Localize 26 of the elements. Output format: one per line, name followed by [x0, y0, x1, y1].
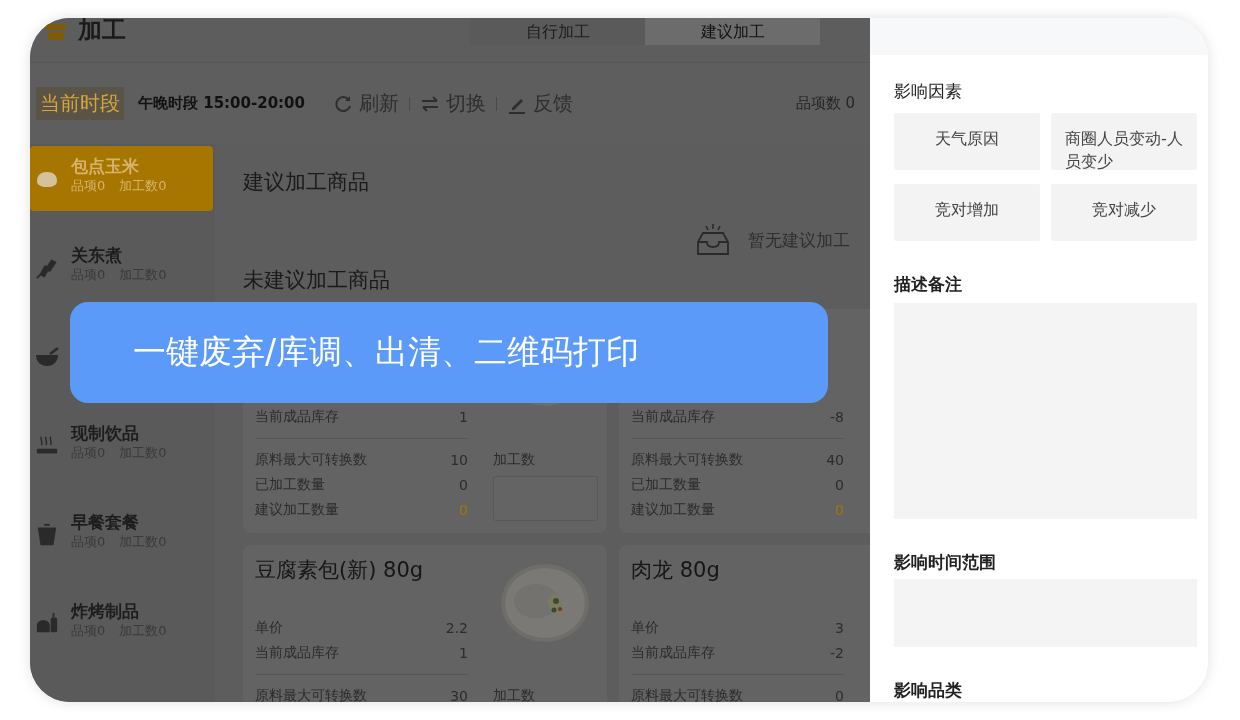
- period-text: 午晚时段 15:00-20:00: [138, 94, 305, 113]
- section-label: 影响品类: [894, 679, 963, 701]
- section-label: 影响时间范围: [894, 551, 997, 573]
- option-button[interactable]: 竞对减少: [1051, 184, 1197, 241]
- option-button[interactable]: 商圈人员变动-人员变少: [1051, 113, 1197, 170]
- bowl-icon: [34, 345, 60, 369]
- section-title: 建议加工商品: [243, 170, 370, 194]
- section-label: 影响因素: [894, 80, 963, 102]
- category-icon-button[interactable]: [34, 345, 60, 369]
- period-tag: 当前时段: [36, 87, 124, 120]
- product-name: 肉龙 80g: [631, 558, 720, 582]
- swap-icon: [419, 93, 440, 114]
- refresh-icon: [332, 93, 353, 114]
- product-name: 豆腐素包(新) 80g: [255, 558, 424, 582]
- feature-banner: 一键废弃/库调、出清、二维码打印: [70, 302, 828, 403]
- field-value: 0: [459, 501, 468, 518]
- option-button[interactable]: 竞对增加: [894, 184, 1040, 241]
- option-button[interactable]: 天气原因: [894, 113, 1040, 170]
- tab[interactable]: 建议加工: [645, 18, 820, 45]
- field-value: 3: [835, 619, 844, 636]
- section-title: 未建议加工商品: [243, 268, 391, 292]
- field-value: 0: [835, 501, 844, 518]
- category-item[interactable]: 包点玉米 品项0 加工数0: [30, 146, 213, 211]
- empty-tray-icon: [696, 224, 730, 256]
- page-title: 加工: [78, 18, 126, 44]
- section-label: 描述备注: [894, 273, 963, 295]
